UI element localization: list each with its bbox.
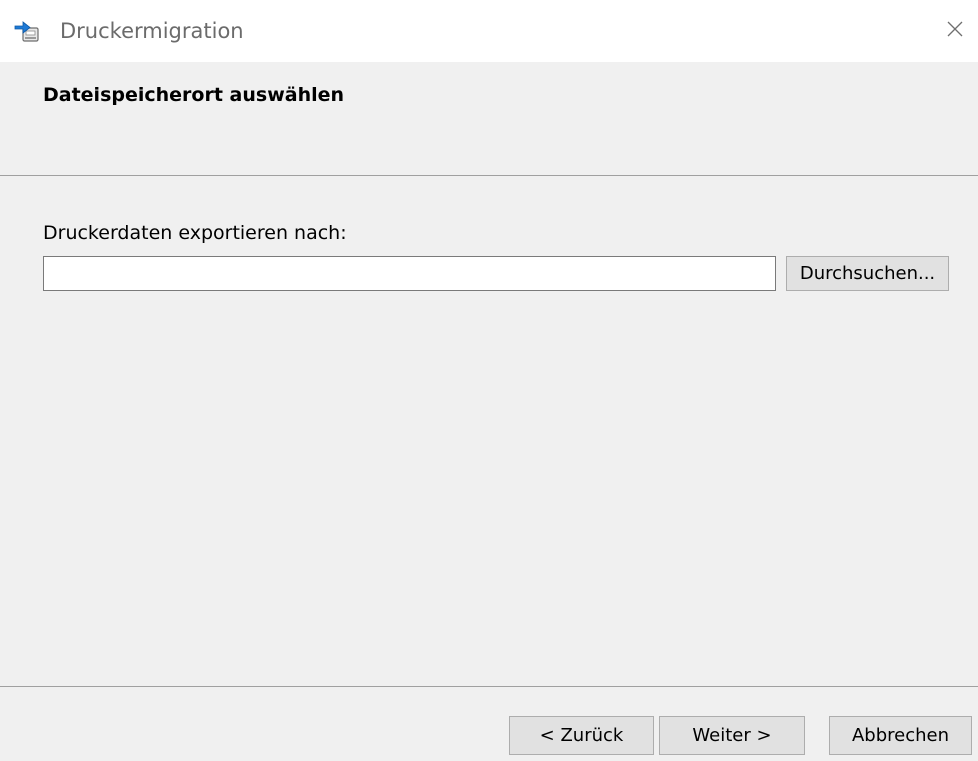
close-button[interactable]: [932, 0, 978, 62]
browse-button[interactable]: Durchsuchen...: [786, 256, 949, 291]
cancel-button[interactable]: Abbrechen: [829, 716, 972, 755]
back-button[interactable]: < Zurück: [509, 716, 654, 755]
title-bar: Druckermigration: [0, 0, 978, 62]
page-title: Dateispeicherort auswählen: [43, 84, 345, 106]
next-button[interactable]: Weiter >: [659, 716, 805, 755]
footer-separator: [0, 686, 978, 687]
wizard-header: Dateispeicherort auswählen: [0, 62, 978, 176]
window-title: Druckermigration: [60, 19, 244, 43]
export-path-label: Druckerdaten exportieren nach:: [43, 222, 347, 244]
export-path-input[interactable]: [43, 256, 776, 291]
close-icon: [946, 20, 964, 42]
printer-migration-icon: [14, 20, 42, 44]
printer-migration-window: Druckermigration Dateispeicherort auswäh…: [0, 0, 978, 761]
